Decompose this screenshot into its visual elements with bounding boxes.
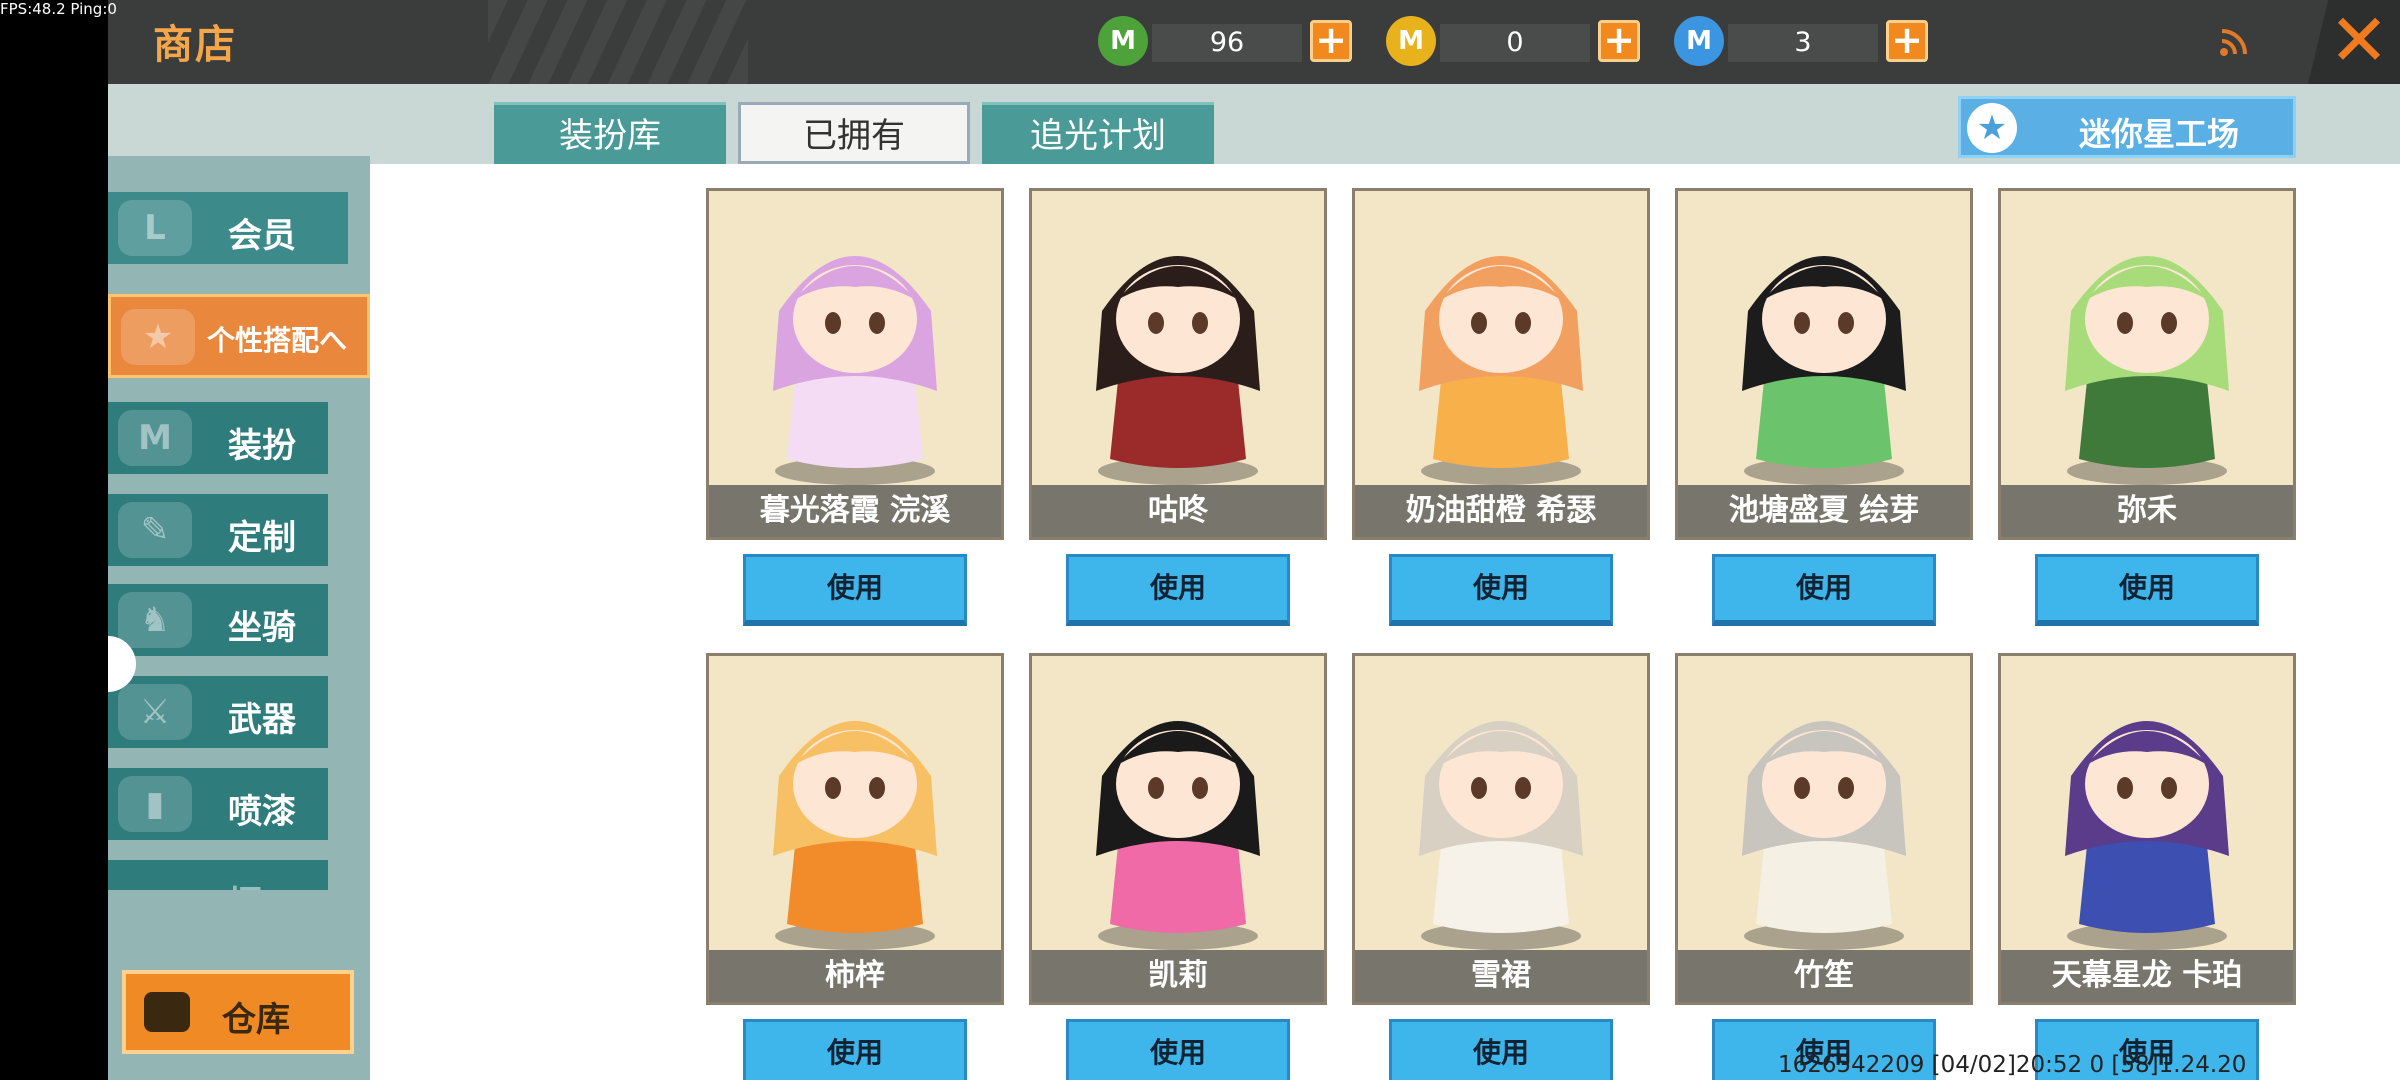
- add-currency-button[interactable]: +: [1886, 20, 1928, 62]
- currency-value: 96: [1152, 24, 1302, 62]
- sidebar-item-costume[interactable]: M 装扮: [108, 402, 328, 474]
- costume-name: 天幕星龙 卡珀: [2001, 950, 2293, 1002]
- costume-name: 咕咚: [1032, 485, 1324, 537]
- use-button[interactable]: 使用: [1066, 1019, 1290, 1080]
- costume-card[interactable]: 雪裙: [1352, 653, 1650, 1005]
- costume-card[interactable]: 弥禾: [1998, 188, 2296, 540]
- costume-card[interactable]: 池塘盛夏 绘芽: [1675, 188, 1973, 540]
- sidebar-item-weapon[interactable]: ⚔ 武器: [108, 676, 328, 748]
- costume-card[interactable]: 奶油甜橙 希瑟: [1352, 188, 1650, 540]
- add-currency-button[interactable]: +: [1310, 20, 1352, 62]
- use-button[interactable]: 使用: [1389, 554, 1613, 626]
- currency-value: 0: [1440, 24, 1590, 62]
- version-info: 1626542209 [04/02]20:52 0 [58]1.24.20: [1778, 1052, 2247, 1078]
- sidebar-item-mount[interactable]: ♞ 坐骑: [108, 584, 328, 656]
- sidebar-header: [108, 84, 370, 156]
- costume-card[interactable]: 凯莉: [1029, 653, 1327, 1005]
- costume-name: 奶油甜橙 希瑟: [1355, 485, 1647, 537]
- character-portrait: [2001, 656, 2293, 950]
- use-button[interactable]: 使用: [2035, 554, 2259, 626]
- character-portrait: [709, 656, 1001, 950]
- character-portrait: [2001, 191, 2293, 485]
- tab-chase-light-plan[interactable]: 追光计划: [982, 102, 1214, 164]
- sidebar-item-label: 武器: [228, 700, 296, 740]
- gold-coin-icon: M: [1386, 16, 1436, 66]
- costume-card[interactable]: 暮光落霞 浣溪: [706, 188, 1004, 540]
- mini-star-workshop-button[interactable]: ★ 迷你星工场: [1958, 96, 2296, 158]
- sidebar-item-custom[interactable]: ✎ 定制: [108, 494, 328, 566]
- pencil-icon: ✎: [118, 502, 192, 558]
- fps-readout: FPS:48.2 Ping:0: [0, 0, 117, 18]
- costume-card[interactable]: 咕咚: [1029, 188, 1327, 540]
- sidebar: L 会员 ★ 个性搭配へ M 装扮 ✎ 定制 ♞ 坐骑 ⚔ 武器 ▮ 喷漆 摆.…: [108, 84, 370, 1080]
- costume-card[interactable]: 天幕星龙 卡珀: [1998, 653, 2296, 1005]
- use-button[interactable]: 使用: [1066, 554, 1290, 626]
- costume-name: 凯莉: [1032, 950, 1324, 1002]
- sidebar-item-label: 装扮: [228, 426, 296, 466]
- costume-name: 雪裙: [1355, 950, 1647, 1002]
- page-title: 商店: [153, 22, 237, 68]
- top-bar: 商店 M 96 + M 0 + M 3 + ✕: [108, 0, 2400, 84]
- close-icon[interactable]: ✕: [2324, 0, 2394, 80]
- green-gem-icon: M: [1098, 16, 1148, 66]
- header-decoration: [488, 0, 748, 84]
- member-icon: L: [118, 200, 192, 256]
- use-button[interactable]: 使用: [1389, 1019, 1613, 1080]
- character-portrait: [1678, 656, 1970, 950]
- sidebar-item-label: 喷漆: [228, 792, 296, 832]
- tab-bar: 装扮库 已拥有 追光计划 ★ 迷你星工场: [370, 84, 2400, 164]
- character-portrait: [1678, 191, 1970, 485]
- costume-name: 弥禾: [2001, 485, 2293, 537]
- add-currency-button[interactable]: +: [1598, 20, 1640, 62]
- costume-card[interactable]: 竹笙: [1675, 653, 1973, 1005]
- shop-window: 商店 M 96 + M 0 + M 3 + ✕ L 会员 ★ 个性搭配へ M 装…: [108, 0, 2400, 1080]
- tab-costume-library[interactable]: 装扮库: [494, 102, 726, 164]
- tab-owned[interactable]: 已拥有: [738, 102, 970, 164]
- sidebar-item-outfit-group[interactable]: ★ 个性搭配へ: [108, 294, 370, 378]
- sidebar-item-label: 个性搭配へ: [207, 324, 348, 357]
- costume-name: 柿梓: [709, 950, 1001, 1002]
- shirt-icon: M: [118, 410, 192, 466]
- sidebar-item-label: 定制: [228, 518, 296, 558]
- warehouse-button[interactable]: 仓库: [122, 970, 354, 1054]
- mini-star-label: 迷你星工场: [2079, 115, 2240, 153]
- character-portrait: [1032, 191, 1324, 485]
- character-portrait: [1032, 656, 1324, 950]
- gun-icon: ⚔: [118, 684, 192, 740]
- sidebar-item-member[interactable]: L 会员: [108, 192, 348, 264]
- character-portrait: [1355, 656, 1647, 950]
- sidebar-item-spray[interactable]: ▮ 喷漆: [108, 768, 328, 840]
- currency-value: 3: [1728, 24, 1878, 62]
- chest-icon: [144, 992, 190, 1032]
- spray-can-icon: ▮: [118, 776, 192, 832]
- use-button[interactable]: 使用: [1712, 554, 1936, 626]
- owned-items-grid: 暮光落霞 浣溪 使用 咕咚 使用 奶油甜橙 希瑟 使用 池塘盛夏 绘芽 使用 弥禾 使用 柿梓 使用凯…: [370, 164, 2400, 1080]
- use-button[interactable]: 使用: [743, 1019, 967, 1080]
- character-portrait: [709, 191, 1001, 485]
- sidebar-item-label: 会员: [228, 216, 296, 256]
- star-icon: ★: [1967, 103, 2017, 153]
- signal-icon: [2218, 28, 2248, 58]
- sidebar-item-label: 摆...: [228, 876, 301, 890]
- use-button[interactable]: 使用: [743, 554, 967, 626]
- costume-name: 竹笙: [1678, 950, 1970, 1002]
- character-portrait: [1355, 191, 1647, 485]
- sidebar-item-label: 坐骑: [228, 608, 296, 648]
- costume-name: 暮光落霞 浣溪: [709, 485, 1001, 537]
- blue-star-coin-icon: M: [1674, 16, 1724, 66]
- trophy-icon: ★: [121, 309, 195, 365]
- sidebar-item-partial[interactable]: 摆...: [108, 860, 328, 890]
- mount-icon: ♞: [118, 592, 192, 648]
- warehouse-label: 仓库: [222, 1000, 290, 1040]
- costume-card[interactable]: 柿梓: [706, 653, 1004, 1005]
- costume-name: 池塘盛夏 绘芽: [1678, 485, 1970, 537]
